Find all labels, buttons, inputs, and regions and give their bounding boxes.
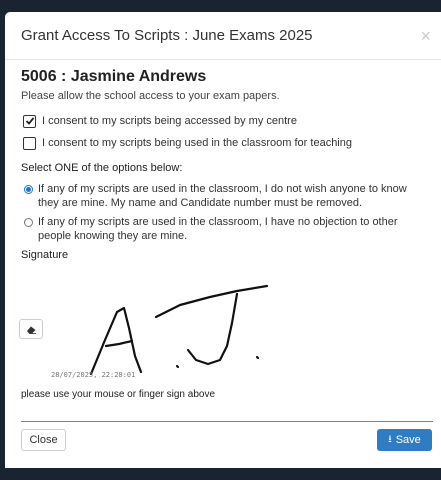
options-heading: Select ONE of the options below: xyxy=(21,162,183,174)
option-anonymous-label: If any of my scripts are used in the cla… xyxy=(38,183,407,209)
close-icon[interactable]: × xyxy=(420,27,431,45)
eraser-button[interactable] xyxy=(19,319,43,339)
consent-centre-label: I consent to my scripts being accessed b… xyxy=(42,115,297,127)
checkmark-icon xyxy=(25,117,34,125)
close-button[interactable]: Close xyxy=(21,429,66,451)
signature-stroke-t-bar xyxy=(154,284,269,319)
candidate-name: Jasmine Andrews xyxy=(70,68,207,85)
grant-access-modal: Grant Access To Scripts : June Exams 202… xyxy=(5,12,441,468)
modal-body: 5006 : Jasmine Andrews Please allow the … xyxy=(5,60,441,261)
signature-dot-1 xyxy=(175,364,180,369)
candidate-heading: 5006 : Jasmine Andrews xyxy=(21,68,441,86)
signature-label: Signature xyxy=(21,249,69,261)
signature-help: please use your mouse or finger sign abo… xyxy=(21,389,216,400)
save-label: Save xyxy=(395,434,421,446)
access-instruction: Please allow the school access to your e… xyxy=(21,90,280,102)
option-named-label: If any of my scripts are used in the cla… xyxy=(38,216,398,242)
option-named-row[interactable]: If any of my scripts are used in the cla… xyxy=(21,215,441,243)
footer-divider xyxy=(21,421,433,422)
signature-dot-2 xyxy=(255,355,260,360)
signature-timestamp: 28/07/2025, 22:28:01 xyxy=(51,371,136,379)
eraser-icon xyxy=(26,326,36,334)
signature-stroke-a-bar xyxy=(104,339,134,348)
consent-centre-row[interactable]: I consent to my scripts being accessed b… xyxy=(21,110,441,132)
candidate-separator: : xyxy=(56,68,71,85)
candidate-number: 5006 xyxy=(21,68,57,85)
consent-centre-checkbox[interactable] xyxy=(23,114,36,128)
consent-classroom-row[interactable]: I consent to my scripts being used in th… xyxy=(21,132,441,154)
option-named-radio[interactable] xyxy=(24,218,33,227)
upload-icon: ⭳ xyxy=(388,433,392,445)
option-anonymous-radio[interactable] xyxy=(24,185,33,194)
consent-classroom-checkbox[interactable] xyxy=(23,136,36,150)
consent-classroom-label: I consent to my scripts being used in th… xyxy=(42,137,352,149)
modal-title: Grant Access To Scripts : June Exams 202… xyxy=(21,27,313,44)
signature-stroke-a xyxy=(89,306,143,376)
modal-header: Grant Access To Scripts : June Exams 202… xyxy=(5,12,441,60)
save-button[interactable]: ⭳ Save xyxy=(377,429,432,451)
option-anonymous-row[interactable]: If any of my scripts are used in the cla… xyxy=(21,182,441,210)
signature-stroke-j xyxy=(186,292,239,366)
